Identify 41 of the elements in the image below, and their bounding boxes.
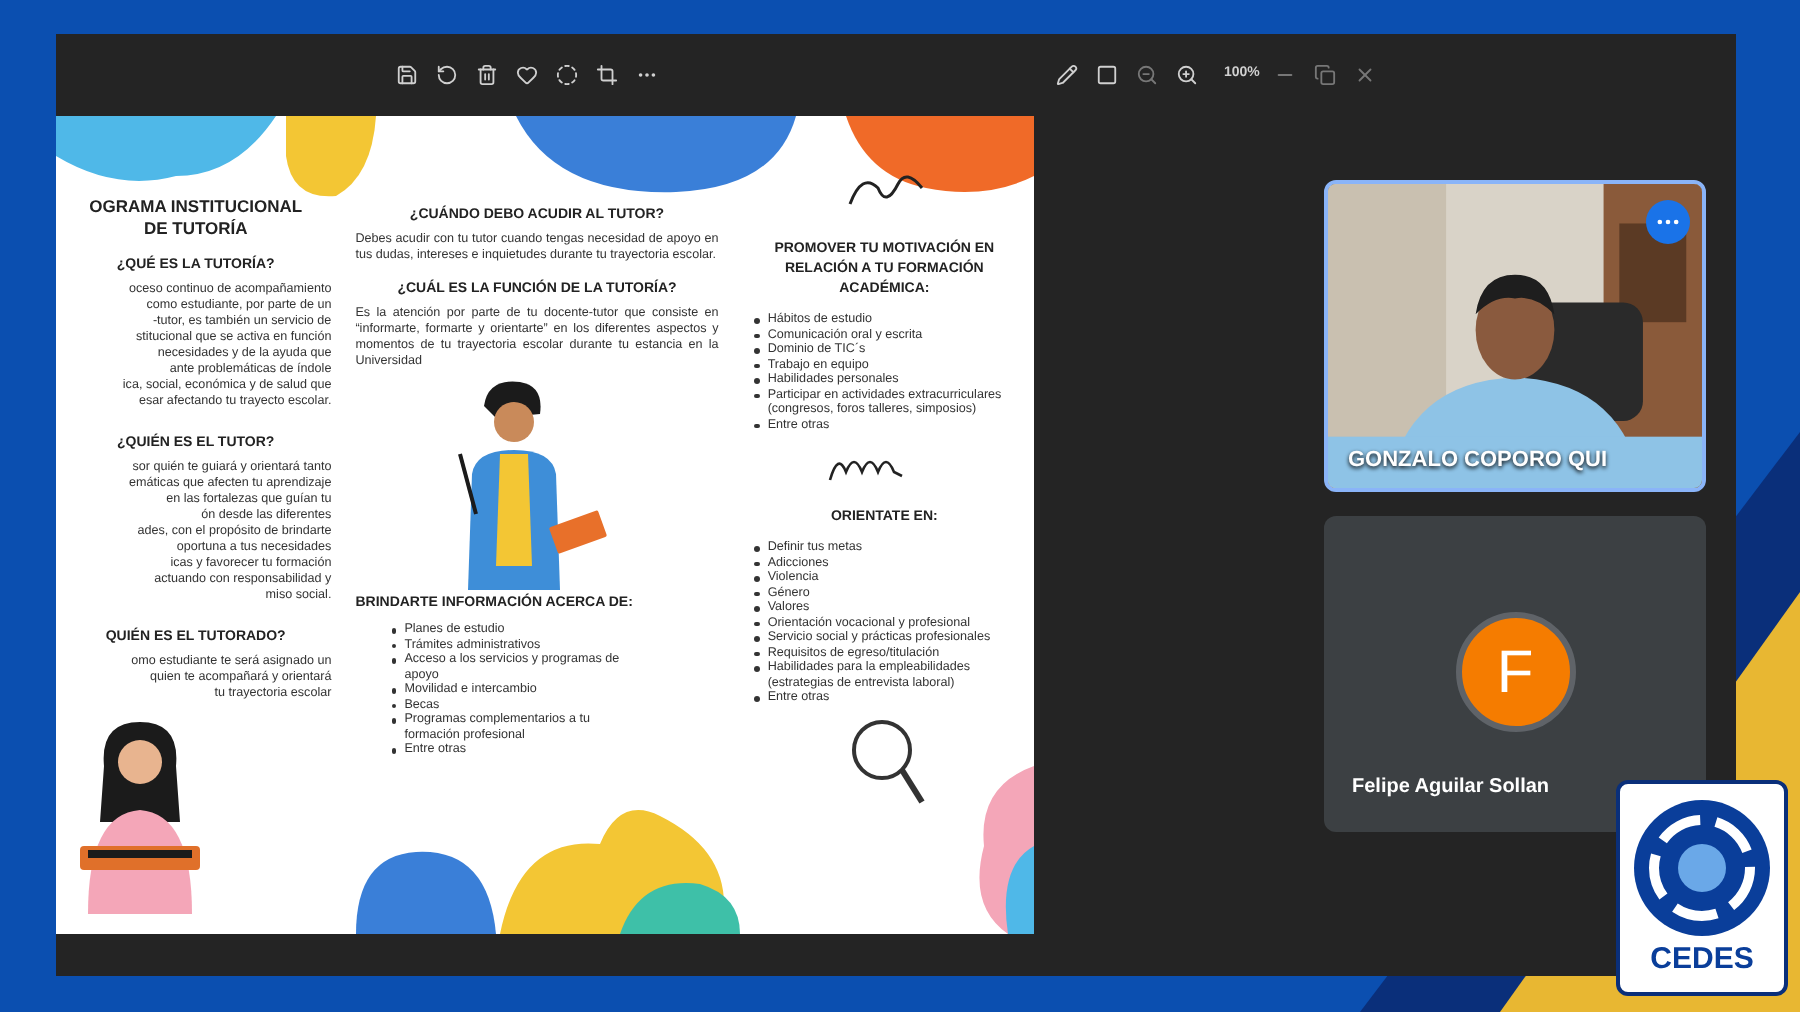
bullet-icon: [754, 378, 760, 383]
bullet-icon: [754, 561, 760, 566]
bullet-icon: [754, 393, 760, 398]
heart-icon[interactable]: [512, 61, 540, 89]
bullet-icon: [391, 643, 397, 648]
crop-icon[interactable]: [592, 61, 620, 89]
rotate-icon[interactable]: [432, 61, 460, 89]
zoom-in-icon[interactable]: [1172, 61, 1200, 89]
bullet-icon: [754, 423, 760, 428]
save-icon[interactable]: [392, 61, 420, 89]
logo-text: CEDES: [1650, 940, 1754, 980]
avatar: F: [1455, 612, 1575, 732]
bullet-icon: [754, 606, 760, 611]
bullet-icon: [391, 688, 397, 693]
bullet-icon: [391, 703, 397, 708]
trash-icon[interactable]: [472, 61, 500, 89]
bullet-icon: [754, 318, 760, 323]
bullet-icon: [754, 591, 760, 596]
pen-icon[interactable]: [1052, 61, 1080, 89]
bullet-icon: [754, 666, 760, 671]
bullet-icon: [754, 348, 760, 353]
participant-name: Felipe Aguilar Sollan: [1352, 774, 1550, 802]
bullet-icon: [754, 621, 760, 626]
bullet-icon: [754, 636, 760, 641]
bullet-icon: [391, 658, 397, 663]
bullet-icon: [754, 651, 760, 656]
zoom-out-icon[interactable]: [1132, 61, 1160, 89]
bullet-icon: [754, 696, 760, 701]
section-heading: OGRAMA INSTITUCIONAL DE TUTORÍA: [87, 196, 305, 240]
restore-icon[interactable]: [1311, 61, 1340, 89]
bullet-icon: [754, 363, 760, 368]
frame-icon[interactable]: [1092, 61, 1120, 89]
bullet-icon: [754, 576, 760, 581]
bullet-icon: [754, 333, 760, 338]
participant-name: GONZALO COPORO QUI: [1348, 445, 1608, 475]
logo-emblem-icon: [1630, 796, 1774, 940]
bullet-icon: [754, 546, 760, 551]
participant-tile[interactable]: F Felipe Aguilar Sollan: [1324, 516, 1706, 832]
bullet-icon: [391, 748, 397, 753]
bullet-icon: [391, 628, 397, 633]
bullet-icon: [391, 718, 397, 723]
